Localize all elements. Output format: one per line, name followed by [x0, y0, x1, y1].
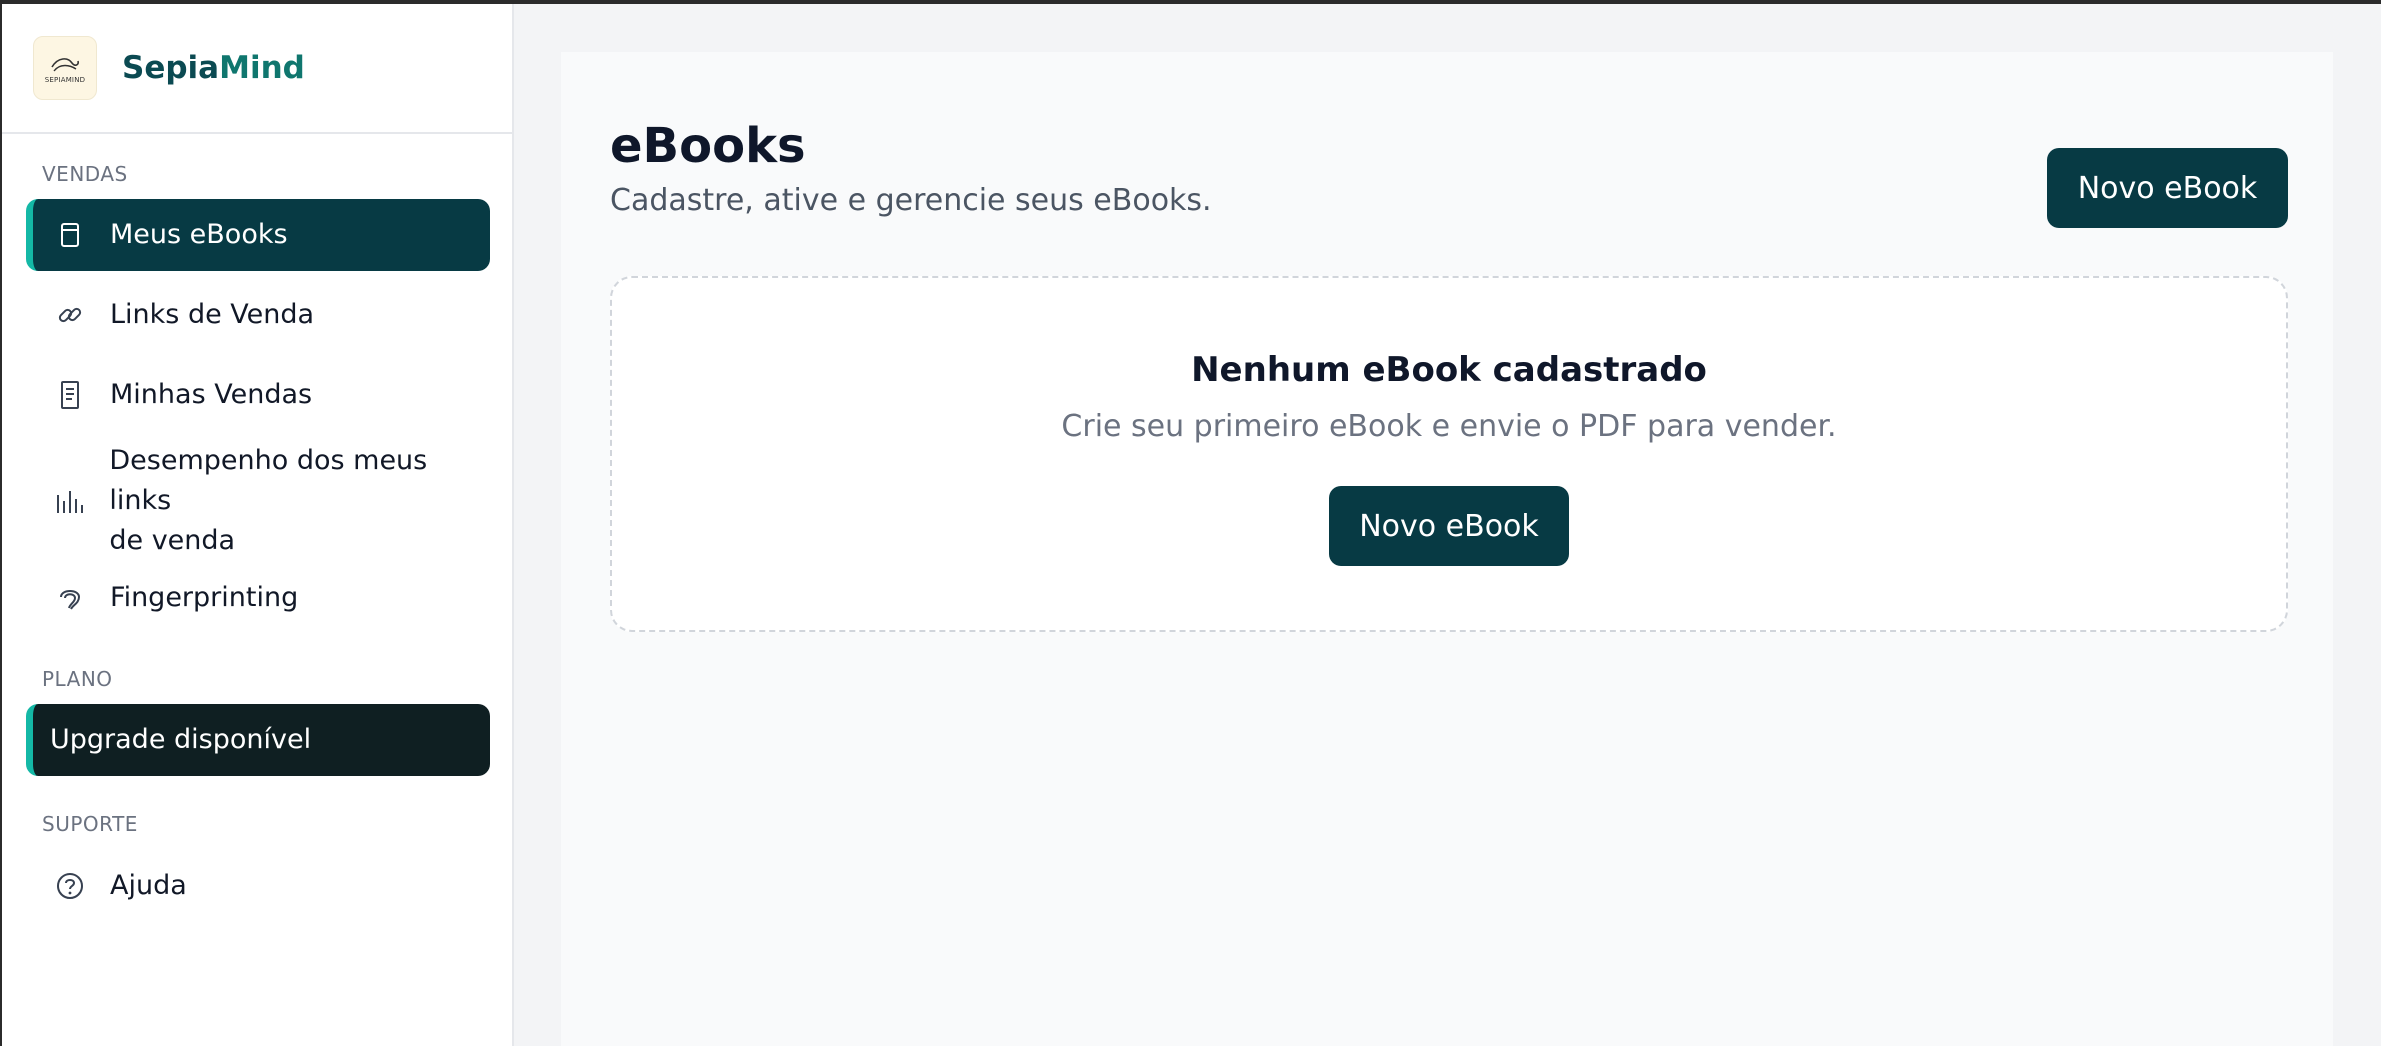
- sidebar-item-ajuda[interactable]: Ajuda: [26, 850, 490, 922]
- empty-state-text: Crie seu primeiro eBook e envie o PDF pa…: [1061, 409, 1837, 444]
- brand-name-part2: Mind: [219, 50, 305, 86]
- sidebar-item-label: Minhas Vendas: [110, 379, 313, 410]
- brand-name: SepiaMind: [122, 50, 305, 86]
- section-label-suporte: SUPORTE: [42, 812, 138, 836]
- brand-logo: SEPIAMIND: [33, 36, 97, 100]
- sidebar-item-label: Links de Venda: [110, 299, 315, 330]
- brand-header[interactable]: SEPIAMIND SepiaMind: [2, 4, 512, 134]
- sidebar-item-label: Desempenho dos meus links de venda: [109, 441, 490, 561]
- help-circle-icon: [54, 870, 86, 902]
- sidebar-item-label: Ajuda: [110, 870, 187, 901]
- section-label-plano: PLANO: [42, 667, 113, 691]
- upgrade-label: Upgrade disponível: [50, 724, 312, 755]
- sidebar-item-label: Fingerprinting: [110, 582, 299, 613]
- sidebar-item-fingerprinting[interactable]: Fingerprinting: [26, 562, 490, 634]
- page-title: eBooks: [610, 118, 806, 174]
- label-line-1: Desempenho dos meus links: [109, 445, 428, 516]
- sidebar-item-meus-ebooks[interactable]: Meus eBooks: [26, 199, 490, 271]
- brand-name-part1: Sepia: [122, 50, 220, 86]
- book-icon: [54, 219, 86, 251]
- section-label-vendas: VENDAS: [42, 162, 128, 186]
- bar-chart-icon: [54, 485, 85, 517]
- upgrade-button[interactable]: Upgrade disponível: [26, 704, 490, 776]
- sidebar-item-label: Meus eBooks: [110, 219, 288, 250]
- empty-state-card: Nenhum eBook cadastrado Crie seu primeir…: [610, 276, 2288, 632]
- logo-squiggle-icon: [51, 57, 79, 71]
- sidebar: SEPIAMIND SepiaMind VENDAS Meus eBooks L…: [0, 4, 514, 1046]
- logo-text: SEPIAMIND: [44, 75, 86, 84]
- fingerprint-icon: [54, 582, 86, 614]
- empty-state-title: Nenhum eBook cadastrado: [1191, 350, 1707, 390]
- new-ebook-button[interactable]: Novo eBook: [2047, 148, 2288, 228]
- main-content: eBooks Cadastre, ative e gerencie seus e…: [561, 52, 2333, 1046]
- receipt-icon: [54, 379, 86, 411]
- sidebar-item-links-de-venda[interactable]: Links de Venda: [26, 279, 490, 351]
- empty-state-new-ebook-button[interactable]: Novo eBook: [1329, 486, 1569, 566]
- page-subtitle: Cadastre, ative e gerencie seus eBooks.: [610, 183, 1212, 218]
- sidebar-item-desempenho[interactable]: Desempenho dos meus links de venda: [26, 445, 490, 556]
- link-icon: [54, 299, 86, 331]
- label-line-2: de venda: [109, 525, 236, 556]
- sidebar-item-minhas-vendas[interactable]: Minhas Vendas: [26, 359, 490, 431]
